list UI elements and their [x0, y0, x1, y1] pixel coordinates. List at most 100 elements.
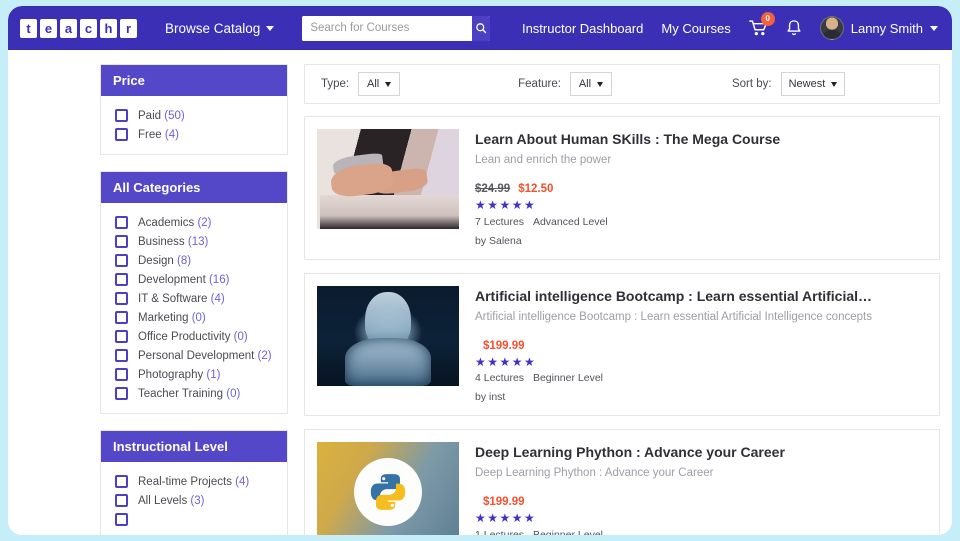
checkbox-icon[interactable]: [115, 311, 128, 324]
filter-option-academics[interactable]: Academics (2): [101, 213, 287, 232]
course-title[interactable]: Artificial intelligence Bootcamp : Learn…: [475, 288, 927, 304]
checkbox-icon[interactable]: [115, 513, 128, 526]
filter-option-teacher-training[interactable]: Teacher Training (0): [101, 384, 287, 403]
course-meta: 4 Lectures Beginner Level: [475, 372, 927, 384]
search-input[interactable]: [302, 15, 473, 41]
checkbox-icon[interactable]: [115, 109, 128, 122]
nav-my-courses[interactable]: My Courses: [661, 21, 730, 36]
filter-option-count: (0): [226, 387, 241, 400]
filter-option-paid[interactable]: Paid (50): [101, 106, 287, 125]
course-rating-stars: ★★★★★: [475, 198, 537, 212]
avatar: [819, 16, 844, 40]
filter-option-it-software[interactable]: IT & Software (4): [101, 289, 287, 308]
course-rating-stars: ★★★★★: [475, 511, 537, 526]
filter-option-count: (4): [235, 475, 250, 488]
course-lectures: 1 Lectures: [475, 528, 525, 535]
filter-option-photography[interactable]: Photography (1): [101, 365, 287, 384]
course-card[interactable]: Artificial intelligence Bootcamp : Learn…: [304, 272, 940, 417]
filter-option-real-time-projects[interactable]: Real-time Projects (4): [101, 472, 287, 491]
filter-option-free[interactable]: Free (4): [101, 125, 287, 144]
filter-option-business[interactable]: Business (13): [101, 232, 287, 251]
filter-option-count: (0): [233, 330, 248, 343]
checkbox-icon[interactable]: [115, 475, 128, 488]
sort-filter-label: Sort by:: [731, 78, 772, 90]
checkbox-icon[interactable]: [115, 330, 128, 343]
course-title[interactable]: Deep Learning Phython : Advance your Car…: [475, 444, 927, 460]
checkbox-icon[interactable]: [115, 273, 128, 286]
feature-filter-select[interactable]: All: [569, 72, 612, 96]
filter-option-label: Real-time Projects (4): [138, 476, 249, 488]
course-card-body: Artificial intelligence Bootcamp : Learn…: [475, 286, 927, 404]
checkbox-icon[interactable]: [115, 128, 128, 141]
course-card[interactable]: Learn About Human SKills : The Mega Cour…: [304, 116, 940, 260]
filter-option-count: (2): [197, 216, 212, 229]
filters-sidebar: Price Paid (50) Free (4) All Categories …: [100, 64, 288, 535]
course-lectures: 7 Lectures: [475, 215, 525, 228]
filter-section-instructional-level: Instructional Level Real-time Projects (…: [100, 430, 288, 535]
filter-option-text: Business: [138, 235, 185, 248]
filter-option-personal-development[interactable]: Personal Development (2): [101, 346, 287, 365]
search-icon: [476, 23, 487, 34]
nav-instructor-dashboard[interactable]: Instructor Dashboard: [522, 21, 643, 36]
search-submit-button[interactable]: [472, 15, 491, 41]
sort-filter-select[interactable]: Newest: [780, 72, 846, 96]
filter-option-count: (3): [190, 494, 205, 507]
course-thumbnail-person-writing[interactable]: [317, 129, 459, 229]
filter-option-all-levels[interactable]: All Levels (3): [101, 491, 287, 510]
filter-option-design[interactable]: Design (8): [101, 251, 287, 270]
filter-option-text: Office Productivity: [138, 330, 231, 343]
filter-option-text: Real-time Projects: [138, 475, 232, 488]
user-menu[interactable]: Lanny Smith: [819, 16, 938, 40]
checkbox-icon[interactable]: [115, 368, 128, 381]
site-header: t e a c h r Browse Catalog Instructor Da…: [8, 6, 952, 50]
course-thumbnail-python-logo[interactable]: [317, 442, 459, 535]
checkbox-icon[interactable]: [115, 387, 128, 400]
browse-catalog-menu[interactable]: Browse Catalog: [165, 20, 275, 36]
filter-option-label: Teacher Training (0): [138, 388, 240, 400]
sort-filter-value: Newest: [788, 78, 826, 90]
course-meta: 1 Lectures Beginner Level: [475, 529, 927, 535]
filter-option-text: Personal Development: [138, 349, 255, 362]
filter-option-count: (50): [164, 109, 185, 122]
filter-option-label: IT & Software (4): [138, 293, 225, 305]
site-logo[interactable]: t e a c h r: [20, 18, 137, 38]
filter-section-price: Price Paid (50) Free (4): [100, 64, 288, 155]
sort-filter-bar: Type: All Feature: All Sort by: Newest: [304, 64, 940, 104]
feature-filter-value: All: [578, 78, 592, 90]
logo-letter: e: [40, 18, 57, 38]
course-list-panel: Type: All Feature: All Sort by: Newest L…: [304, 64, 940, 535]
filter-option-text: Photography: [138, 368, 204, 381]
notifications-button[interactable]: [786, 19, 802, 37]
course-price-current: $199.99: [483, 339, 525, 352]
filter-option-label: Design (8): [138, 255, 191, 267]
course-title[interactable]: Learn About Human SKills : The Mega Cour…: [475, 131, 927, 147]
checkbox-icon[interactable]: [115, 349, 128, 362]
cart-button[interactable]: 0: [748, 12, 775, 37]
checkbox-icon[interactable]: [115, 254, 128, 267]
filter-option-label: Development (16): [138, 274, 229, 286]
feature-filter-label: Feature:: [518, 78, 561, 90]
checkbox-icon[interactable]: [115, 292, 128, 305]
checkbox-icon[interactable]: [115, 494, 128, 507]
filter-option-count: (13): [187, 235, 209, 248]
filter-option-development[interactable]: Development (16): [101, 270, 287, 289]
course-thumbnail-ai-robot[interactable]: [317, 285, 459, 386]
browse-catalog-label: Browse Catalog: [165, 20, 261, 36]
course-level: Advanced Level: [532, 215, 608, 228]
filter-option-office-productivity[interactable]: Office Productivity (0): [101, 327, 287, 346]
filter-option-label: Paid (50): [138, 110, 185, 122]
filter-option-label: Business (13): [138, 236, 208, 248]
filter-option-partial[interactable]: [101, 510, 287, 529]
course-price-row: $199.99: [475, 496, 927, 508]
course-card[interactable]: Deep Learning Phython : Advance your Car…: [304, 429, 940, 535]
checkbox-icon[interactable]: [115, 216, 128, 229]
type-filter-select[interactable]: All: [358, 72, 401, 96]
chevron-down-icon: [930, 25, 938, 31]
checkbox-icon[interactable]: [115, 235, 128, 248]
course-level: Beginner Level: [532, 528, 604, 535]
feature-filter: Feature: All: [518, 72, 612, 96]
filter-option-text: Teacher Training: [138, 387, 224, 400]
filter-option-marketing[interactable]: Marketing (0): [101, 308, 287, 327]
course-author: by inst: [475, 391, 506, 404]
filter-section-body: Paid (50) Free (4): [101, 96, 287, 154]
